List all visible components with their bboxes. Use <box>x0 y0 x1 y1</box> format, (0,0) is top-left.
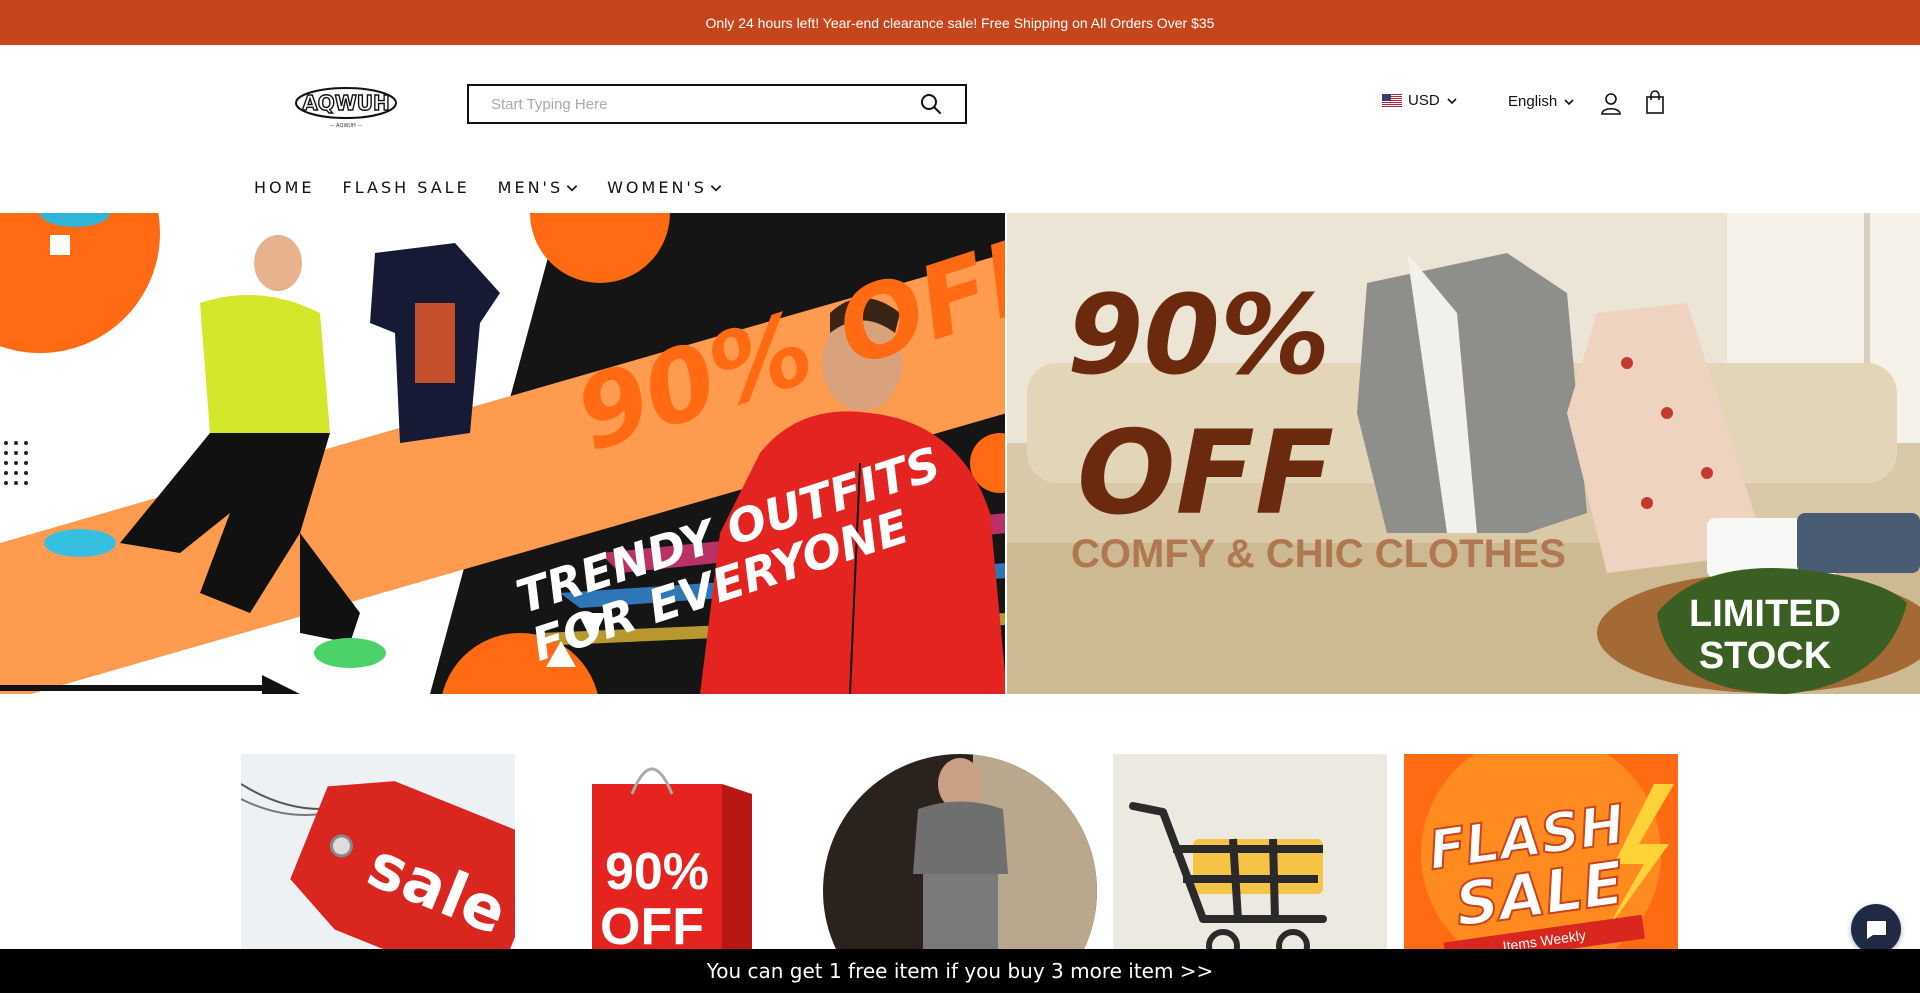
hero-right-badge-line1: LIMITED <box>1689 593 1841 635</box>
nav-item-flash-sale[interactable]: FLASH SALE <box>343 178 470 197</box>
hero-banner-trendy-outfits[interactable]: 90% OFF TRENDY OUTFITS FOR EVERYONE <box>0 213 1007 694</box>
category-tile-flash-sale[interactable]: FLASH SALE Items Weekly <box>1404 754 1678 949</box>
site-header: AQWUH — AQWUH — USD English <box>0 45 1920 213</box>
logo-text: AQWUH <box>302 91 390 115</box>
hero-right-discount-line1: 90% <box>1067 271 1330 399</box>
hero-banner-comfy-chic[interactable]: 90% OFF COMFY & CHIC CLOTHES LIMITED STO… <box>1007 213 1920 694</box>
bottom-promo-bar[interactable]: You can get 1 free item if you buy 3 mor… <box>0 949 1920 993</box>
chevron-down-icon <box>1564 98 1574 105</box>
hero-banners: 90% OFF TRENDY OUTFITS FOR EVERYONE 90% … <box>0 213 1920 694</box>
announcement-text: Only 24 hours left! Year-end clearance s… <box>705 14 1215 31</box>
cart-icon[interactable] <box>1644 90 1666 114</box>
category-tiles: sale 90% OFF FLASH SALE Items Weekly <box>241 754 1679 949</box>
language-selector[interactable]: English <box>1508 93 1575 110</box>
category-tile-90-off-line2: OFF <box>600 898 704 949</box>
logo-subtext: — AQWUH — <box>330 123 363 129</box>
category-tile-cart[interactable] <box>1113 754 1387 949</box>
language-label: English <box>1508 93 1558 110</box>
chat-button[interactable] <box>1851 904 1901 954</box>
nav-item-mens[interactable]: MEN'S <box>498 178 579 197</box>
us-flag-icon <box>1382 94 1402 107</box>
chat-icon <box>1867 921 1886 939</box>
chevron-down-icon <box>1447 97 1457 104</box>
chevron-down-icon <box>710 184 722 191</box>
nav-item-womens[interactable]: WOMEN'S <box>607 178 723 197</box>
hero-right-discount-line2: OFF <box>1077 406 1334 541</box>
search-bar <box>467 84 967 124</box>
category-tile-90-off[interactable]: 90% OFF <box>532 754 806 949</box>
search-icon[interactable] <box>919 92 943 116</box>
search-input[interactable] <box>491 95 919 113</box>
main-nav: HOME FLASH SALE MEN'S WOMEN'S <box>254 178 751 197</box>
account-icon[interactable] <box>1599 91 1623 115</box>
category-tile-loungewear[interactable] <box>823 754 1097 949</box>
logo[interactable]: AQWUH — AQWUH — <box>292 83 400 133</box>
hero-right-subtitle: COMFY & CHIC CLOTHES <box>1071 532 1566 576</box>
currency-selector[interactable]: USD <box>1382 92 1458 109</box>
bottom-promo-text: You can get 1 free item if you buy 3 mor… <box>706 959 1214 983</box>
currency-code: USD <box>1408 92 1440 109</box>
chevron-down-icon <box>566 184 578 191</box>
category-tile-sale[interactable]: sale <box>241 754 515 949</box>
hero-right-badge-line2: STOCK <box>1699 635 1832 677</box>
category-tile-90-off-line1: 90% <box>605 843 709 901</box>
announcement-bar: Only 24 hours left! Year-end clearance s… <box>0 0 1920 45</box>
nav-item-home[interactable]: HOME <box>254 178 315 197</box>
